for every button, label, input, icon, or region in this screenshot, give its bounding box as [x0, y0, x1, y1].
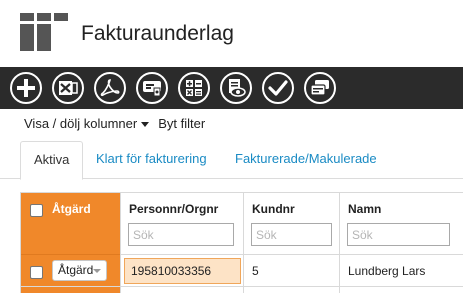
caret-down-icon — [141, 122, 150, 128]
print-invoice-button[interactable] — [136, 72, 168, 104]
tab-klart-for-fakturering[interactable]: Klart för fakturering — [83, 141, 220, 179]
app-header: Fakturaunderlag — [0, 0, 463, 67]
tab-fakturerade-makulerade[interactable]: Fakturerade/Makulerade — [222, 141, 390, 179]
action-column-header: Åtgärd — [21, 193, 120, 255]
invoice-print-icon — [142, 79, 162, 97]
calculator-icon — [185, 79, 203, 97]
calculate-button[interactable] — [178, 72, 210, 104]
options-links: Visa / dölj kolumner Byt filter — [24, 116, 205, 131]
column-title[interactable]: Personnr/Orgnr — [129, 202, 218, 216]
invoice-table: Åtgärd Åtgärd Personnr/Orgnr 19581003335… — [20, 192, 463, 293]
action-column: Åtgärd Åtgärd — [21, 193, 121, 293]
add-button[interactable] — [10, 72, 42, 104]
tab-aktiva[interactable]: Aktiva — [20, 141, 84, 180]
change-filter-link[interactable]: Byt filter — [158, 116, 205, 131]
document-preview-icon — [226, 78, 246, 98]
tab-bar: Aktiva Klart för fakturering Fakturerade… — [0, 141, 463, 180]
column-title[interactable]: Kundnr — [252, 202, 295, 216]
app-grid-logo-icon — [20, 13, 68, 51]
action-header-label: Åtgärd — [52, 202, 91, 216]
pdf-icon — [100, 78, 120, 98]
table-cell: 5 — [244, 255, 339, 287]
chevron-down-icon — [93, 269, 101, 273]
select-all-checkbox[interactable] — [30, 204, 43, 217]
namn-column-header: Namn — [340, 193, 463, 255]
kundnr-filter-input[interactable] — [251, 223, 332, 246]
action-toolbar — [0, 67, 463, 109]
personnr-filter-input[interactable] — [128, 223, 234, 246]
invoices-button[interactable] — [304, 72, 336, 104]
kundnr-column: Kundnr 5 — [244, 193, 340, 293]
table-cell: Lundberg Lars — [340, 255, 463, 287]
personnr-column-header: Personnr/Orgnr — [121, 193, 243, 255]
invoice-cards-icon — [310, 79, 330, 97]
table-cell: 195810033356 — [121, 255, 243, 287]
table-row: Åtgärd — [21, 255, 120, 287]
toggle-columns-link[interactable]: Visa / dölj kolumner — [24, 116, 137, 131]
add-icon — [16, 78, 36, 98]
namn-column: Namn Lundberg Lars — [340, 193, 463, 293]
namn-filter-input[interactable] — [347, 223, 450, 246]
page-title: Fakturaunderlag — [81, 22, 234, 45]
kundnr-column-header: Kundnr — [244, 193, 339, 255]
excel-export-button[interactable] — [52, 72, 84, 104]
approve-check-icon — [268, 79, 288, 97]
column-title[interactable]: Namn — [348, 202, 381, 216]
row-checkbox[interactable] — [30, 266, 43, 279]
excel-icon — [58, 79, 78, 97]
pdf-export-button[interactable] — [94, 72, 126, 104]
personnr-column: Personnr/Orgnr 195810033356 — [121, 193, 244, 293]
personnr-value[interactable]: 195810033356 — [131, 264, 211, 278]
preview-document-button[interactable] — [220, 72, 252, 104]
row-action-dropdown[interactable]: Åtgärd — [52, 260, 107, 281]
kundnr-value[interactable]: 5 — [252, 264, 259, 278]
namn-value[interactable]: Lundberg Lars — [348, 264, 425, 278]
approve-button[interactable] — [262, 72, 294, 104]
